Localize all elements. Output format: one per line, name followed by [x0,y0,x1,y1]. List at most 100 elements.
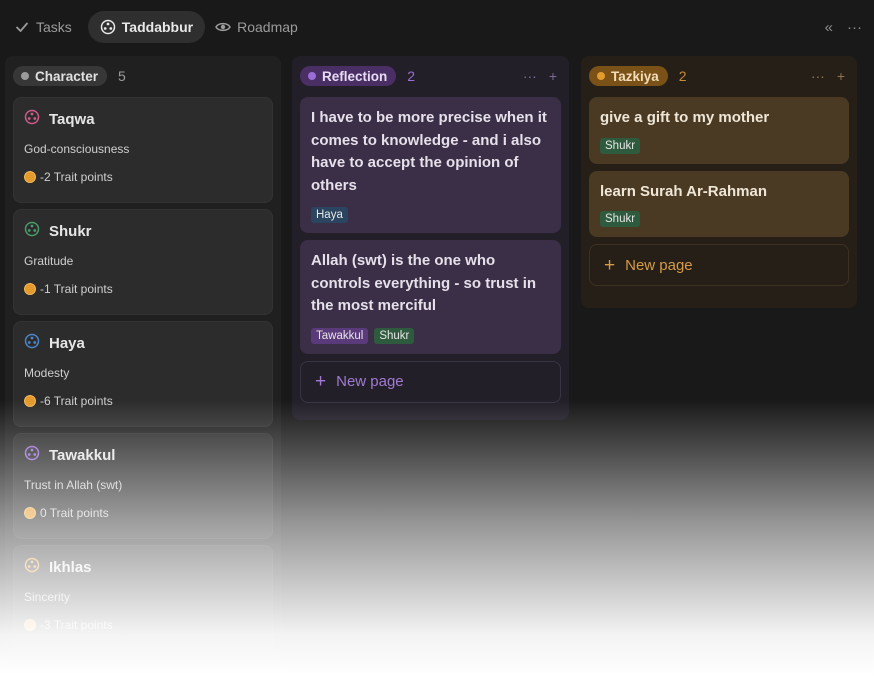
tab-roadmap[interactable]: Roadmap [209,11,310,43]
column-label: Reflection [322,68,388,84]
reflection-card[interactable]: I have to be more precise when it comes … [300,97,561,233]
trait-icon [24,557,40,577]
trait-points: -1 Trait points [24,282,262,296]
trait-title: Haya [49,334,85,352]
trait-points: -3 Trait points [24,618,262,632]
trait-icon [24,333,40,353]
trait-title-row: Tawakkul [24,445,262,465]
plus-icon: + [315,371,327,392]
more-options-icon[interactable]: ··· [847,19,862,36]
tag: Haya [311,207,348,223]
column-actions: ··· + [811,68,849,84]
status-dot [21,72,29,80]
column-count: 2 [407,68,416,84]
column-count: 2 [678,68,687,84]
tag-list: Shukr [600,137,838,154]
board-column-reflection: Reflection 2 ··· + I have to be more pre… [292,56,569,420]
coin-icon [24,619,36,631]
tag: Tawakkul [311,327,369,344]
trait-subtitle: Trust in Allah (swt) [24,478,123,492]
tag-list: Shukr [600,211,838,227]
board-column-tazkiya: Tazkiya 2 ··· + give a gift to my mother… [581,56,857,308]
status-dot [308,72,316,80]
toolbar-actions: « ··· [825,19,866,36]
coin-icon [24,395,36,407]
trait-title: Shukr [49,222,92,240]
trait-card[interactable]: Haya Modesty -6 Trait points [13,321,273,427]
tag: Shukr [374,327,415,344]
collapse-icon[interactable]: « [825,19,833,36]
trait-points: 0 Trait points [24,506,262,520]
coin-icon [24,171,36,183]
tab-tasks[interactable]: Tasks [8,11,84,43]
view-tabs: Tasks Taddabbur Roadmap « ··· [8,11,866,43]
column-header: Tazkiya 2 ··· + [589,64,849,88]
trait-title: Tawakkul [49,446,116,464]
column-label-pill[interactable]: Tazkiya [589,66,668,86]
card-title: learn Surah Ar-Rahman [600,182,767,200]
column-label: Tazkiya [611,68,659,84]
tab-taddabbur[interactable]: Taddabbur [87,11,206,43]
reflection-card[interactable]: Allah (swt) is the one who controls ever… [300,240,561,354]
trait-subtitle: Modesty [24,366,70,380]
trait-card[interactable]: Shukr Gratitude -1 Trait points [13,209,273,315]
trait-title: Ikhlas [49,558,92,576]
check-icon [14,19,30,35]
tab-label: Taddabbur [121,19,194,35]
trait-points: -2 Trait points [24,170,262,184]
board-column-character: Character 5 Taqwa God-consciousness -2 T… [5,56,281,676]
taddabbur-icon [100,19,116,35]
trait-title-row: Ikhlas [24,557,262,577]
column-actions: ··· + [523,68,561,84]
more-options-icon[interactable]: ··· [811,68,825,84]
card-title: give a gift to my mother [600,109,770,126]
card-title: Allah (swt) is the one who controls ever… [311,252,537,314]
trait-points-value: -2 Trait points [40,170,113,184]
new-page-button[interactable]: + New page [300,360,561,403]
column-label-pill[interactable]: Character [13,66,108,86]
tab-label: Roadmap [237,19,298,35]
plus-icon: + [604,254,616,276]
tazkiya-card[interactable]: learn Surah Ar-Rahman Shukr [589,170,849,237]
tab-label: Tasks [36,19,72,35]
trait-subtitle: Sincerity [24,590,71,604]
trait-points-value: -3 Trait points [40,618,113,632]
column-count: 5 [118,68,126,84]
trait-card[interactable]: Tawakkul Trust in Allah (swt) 0 Trait po… [13,433,273,539]
trait-icon [24,109,40,129]
trait-subtitle: God-consciousness [24,142,130,156]
tazkiya-card[interactable]: give a gift to my mother Shukr [589,97,849,164]
eye-icon [215,19,231,35]
card-title: I have to be more precise when it comes … [311,109,547,194]
tag: Shukr [600,211,641,227]
add-icon[interactable]: + [549,68,557,84]
trait-title-row: Haya [24,333,262,353]
trait-subtitle: Gratitude [24,254,74,268]
tag: Shukr [600,137,641,154]
trait-title: Taqwa [49,110,95,128]
trait-points-value: -1 Trait points [40,282,113,296]
new-page-button[interactable]: + New page [589,244,849,286]
column-label: Character [35,68,99,84]
trait-card[interactable]: Ikhlas Sincerity -3 Trait points [13,545,273,651]
status-dot [597,72,605,80]
trait-icon [24,221,40,241]
trait-title-row: Taqwa [24,109,262,129]
trait-card[interactable]: Taqwa God-consciousness -2 Trait points [13,97,273,203]
trait-title-row: Shukr [24,221,262,241]
coin-icon [24,283,36,295]
column-header: Reflection 2 ··· + [300,64,561,88]
new-page-label: New page [625,256,693,274]
tag-list: Tawakkul Shukr [311,327,550,344]
trait-points-value: -6 Trait points [40,394,113,408]
trait-points: -6 Trait points [24,394,262,408]
tag-list: Haya [311,207,550,223]
more-options-icon[interactable]: ··· [523,68,537,84]
trait-points-value: 0 Trait points [40,506,109,520]
coin-icon [24,507,36,519]
trait-icon [24,445,40,465]
add-icon[interactable]: + [837,68,845,84]
new-page-label: New page [336,373,404,390]
column-header: Character 5 [13,64,273,88]
column-label-pill[interactable]: Reflection [300,66,397,86]
